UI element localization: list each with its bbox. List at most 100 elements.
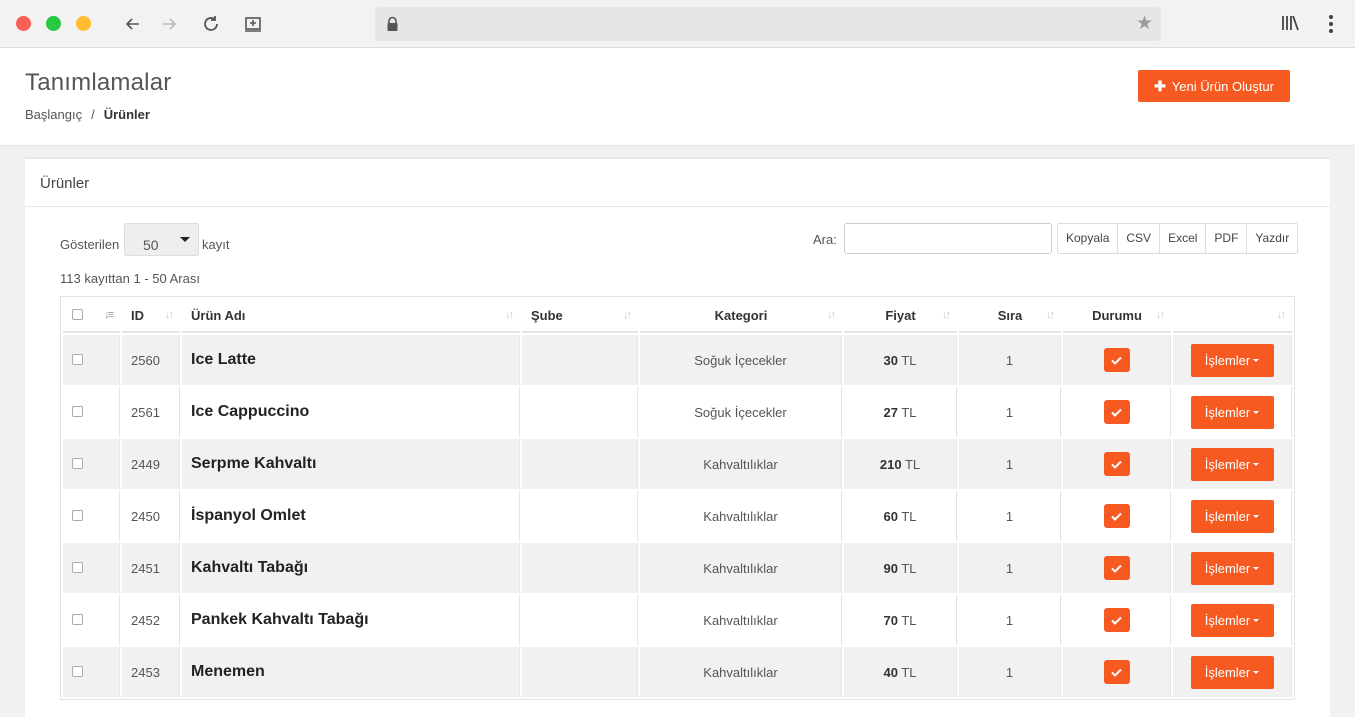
caret-down-icon (1253, 359, 1260, 362)
row-status-cell (1063, 595, 1171, 645)
table-row[interactable]: 2453 Menemen Kahvaltılıklar 40 TL 1 İşle… (63, 647, 1292, 697)
library-icon[interactable] (1281, 14, 1299, 37)
check-icon (1111, 616, 1122, 625)
row-select-cell[interactable] (63, 595, 120, 645)
actions-dropdown-button[interactable]: İşlemler (1190, 447, 1274, 481)
arrow-left-icon[interactable] (121, 12, 145, 36)
caret-down-icon (1253, 515, 1260, 518)
status-toggle[interactable] (1103, 556, 1130, 580)
row-name-cell: Menemen (182, 647, 520, 697)
excel-button[interactable]: Excel (1160, 224, 1207, 253)
row-checkbox[interactable] (72, 405, 83, 417)
status-toggle[interactable] (1103, 400, 1130, 424)
actions-dropdown-button[interactable]: İşlemler (1190, 499, 1274, 533)
caret-down-icon (1253, 411, 1260, 414)
sort-icon[interactable]: ↓↑ (505, 309, 514, 321)
row-select-cell[interactable] (63, 387, 120, 437)
row-order: 1 (959, 491, 1061, 541)
row-checkbox[interactable] (72, 561, 83, 573)
row-price: 70 (883, 612, 898, 628)
row-select-cell[interactable] (63, 647, 120, 697)
row-name-cell: Pankek Kahvaltı Tabağı (182, 595, 520, 645)
row-actions-cell: İşlemler (1173, 595, 1292, 645)
row-checkbox[interactable] (72, 665, 83, 677)
row-status-cell (1063, 491, 1171, 541)
table-row[interactable]: 2560 Ice Latte Soğuk İçecekler 30 TL 1 İ… (63, 335, 1292, 385)
sort-icon[interactable]: ↓↑ (942, 309, 951, 321)
close-window-button[interactable] (16, 16, 31, 31)
row-select-cell[interactable] (63, 335, 120, 385)
sort-icon[interactable]: ↓↑ (827, 309, 836, 321)
reload-icon[interactable] (199, 12, 223, 36)
row-checkbox[interactable] (72, 353, 83, 365)
column-header-price[interactable]: Fiyat ↓↑ (844, 299, 957, 333)
status-toggle[interactable] (1103, 348, 1130, 372)
actions-dropdown-button[interactable]: İşlemler (1190, 343, 1274, 377)
kebab-menu-icon[interactable] (1323, 14, 1339, 39)
sort-icon[interactable]: ↓↑ (1046, 309, 1055, 321)
export-button-group: Kopyala CSV Excel PDF Yazdır (1057, 223, 1299, 254)
print-button[interactable]: Yazdır (1247, 224, 1298, 253)
page-title: Tanımlamalar (25, 69, 172, 96)
row-name-cell: Ice Latte (182, 335, 520, 385)
table-header-row: ↓≡ ID ↓↑ Ürün Adı ↓↑ Şube ↓↑ Kategori ↓↑ Fiy… (63, 299, 1292, 333)
actions-dropdown-button[interactable]: İşlemler (1190, 655, 1274, 689)
column-header-order[interactable]: Sıra ↓↑ (959, 299, 1061, 333)
card-title: Ürünler (40, 175, 90, 192)
pdf-button[interactable]: PDF (1206, 224, 1248, 253)
row-currency: TL (901, 664, 917, 680)
row-id: 2560 (122, 335, 180, 385)
sort-icon[interactable]: ↓↑ (1277, 309, 1286, 321)
status-toggle[interactable] (1103, 504, 1130, 528)
search-input[interactable] (844, 223, 1052, 254)
row-select-cell[interactable] (63, 491, 120, 541)
row-price-cell: 40 TL (844, 647, 957, 697)
column-header-status[interactable]: Durumu ↓↑ (1063, 299, 1171, 333)
select-all-checkbox[interactable] (72, 308, 83, 320)
page-length-select[interactable]: 50 (124, 223, 199, 256)
status-toggle[interactable] (1103, 452, 1130, 476)
address-bar[interactable]: ★ (375, 7, 1161, 41)
column-header-id[interactable]: ID ↓↑ (122, 299, 180, 333)
row-select-cell[interactable] (63, 543, 120, 593)
actions-label: İşlemler (1204, 404, 1251, 420)
row-price: 40 (883, 664, 898, 680)
actions-dropdown-button[interactable]: İşlemler (1190, 603, 1274, 637)
table-row[interactable]: 2451 Kahvaltı Tabağı Kahvaltılıklar 90 T… (63, 543, 1292, 593)
column-header-category[interactable]: Kategori ↓↑ (640, 299, 842, 333)
column-header-actions[interactable]: ↓↑ (1173, 299, 1292, 333)
arrow-right-icon[interactable] (157, 12, 181, 36)
row-price: 210 (879, 456, 902, 472)
column-header-name[interactable]: Ürün Adı ↓↑ (182, 299, 520, 333)
search-label: Ara: (813, 232, 837, 247)
actions-dropdown-button[interactable]: İşlemler (1190, 395, 1274, 429)
row-status-cell (1063, 543, 1171, 593)
csv-button[interactable]: CSV (1118, 224, 1161, 253)
table-row[interactable]: 2450 İspanyol Omlet Kahvaltılıklar 60 TL… (63, 491, 1292, 541)
row-checkbox[interactable] (72, 509, 83, 521)
row-select-cell[interactable] (63, 439, 120, 489)
row-order: 1 (959, 543, 1061, 593)
star-icon[interactable]: ★ (1136, 13, 1153, 35)
table-row[interactable]: 2449 Serpme Kahvaltı Kahvaltılıklar 210 … (63, 439, 1292, 489)
copy-button[interactable]: Kopyala (1058, 224, 1119, 253)
sort-icon[interactable]: ↓↑ (165, 309, 174, 321)
select-all-header[interactable]: ↓≡ (63, 299, 120, 333)
breadcrumb-home-link[interactable]: Başlangıç (25, 107, 82, 122)
row-checkbox[interactable] (72, 613, 83, 625)
table-row[interactable]: 2452 Pankek Kahvaltı Tabağı Kahvaltılıkl… (63, 595, 1292, 645)
row-checkbox[interactable] (72, 457, 83, 469)
actions-label: İşlemler (1204, 508, 1251, 524)
new-product-button[interactable]: ✚ Yeni Ürün Oluştur (1138, 70, 1290, 102)
sort-icon[interactable]: ↓↑ (1156, 309, 1165, 321)
sort-desc-icon[interactable]: ↓≡ (104, 309, 114, 321)
sort-icon[interactable]: ↓↑ (623, 309, 632, 321)
minimize-window-button[interactable] (76, 16, 91, 31)
maximize-window-button[interactable] (46, 16, 61, 31)
status-toggle[interactable] (1103, 608, 1130, 632)
actions-dropdown-button[interactable]: İşlemler (1190, 551, 1274, 585)
screenshot-icon[interactable] (241, 12, 265, 36)
column-header-branch[interactable]: Şube ↓↑ (522, 299, 638, 333)
status-toggle[interactable] (1103, 660, 1130, 684)
table-row[interactable]: 2561 Ice Cappuccino Soğuk İçecekler 27 T… (63, 387, 1292, 437)
